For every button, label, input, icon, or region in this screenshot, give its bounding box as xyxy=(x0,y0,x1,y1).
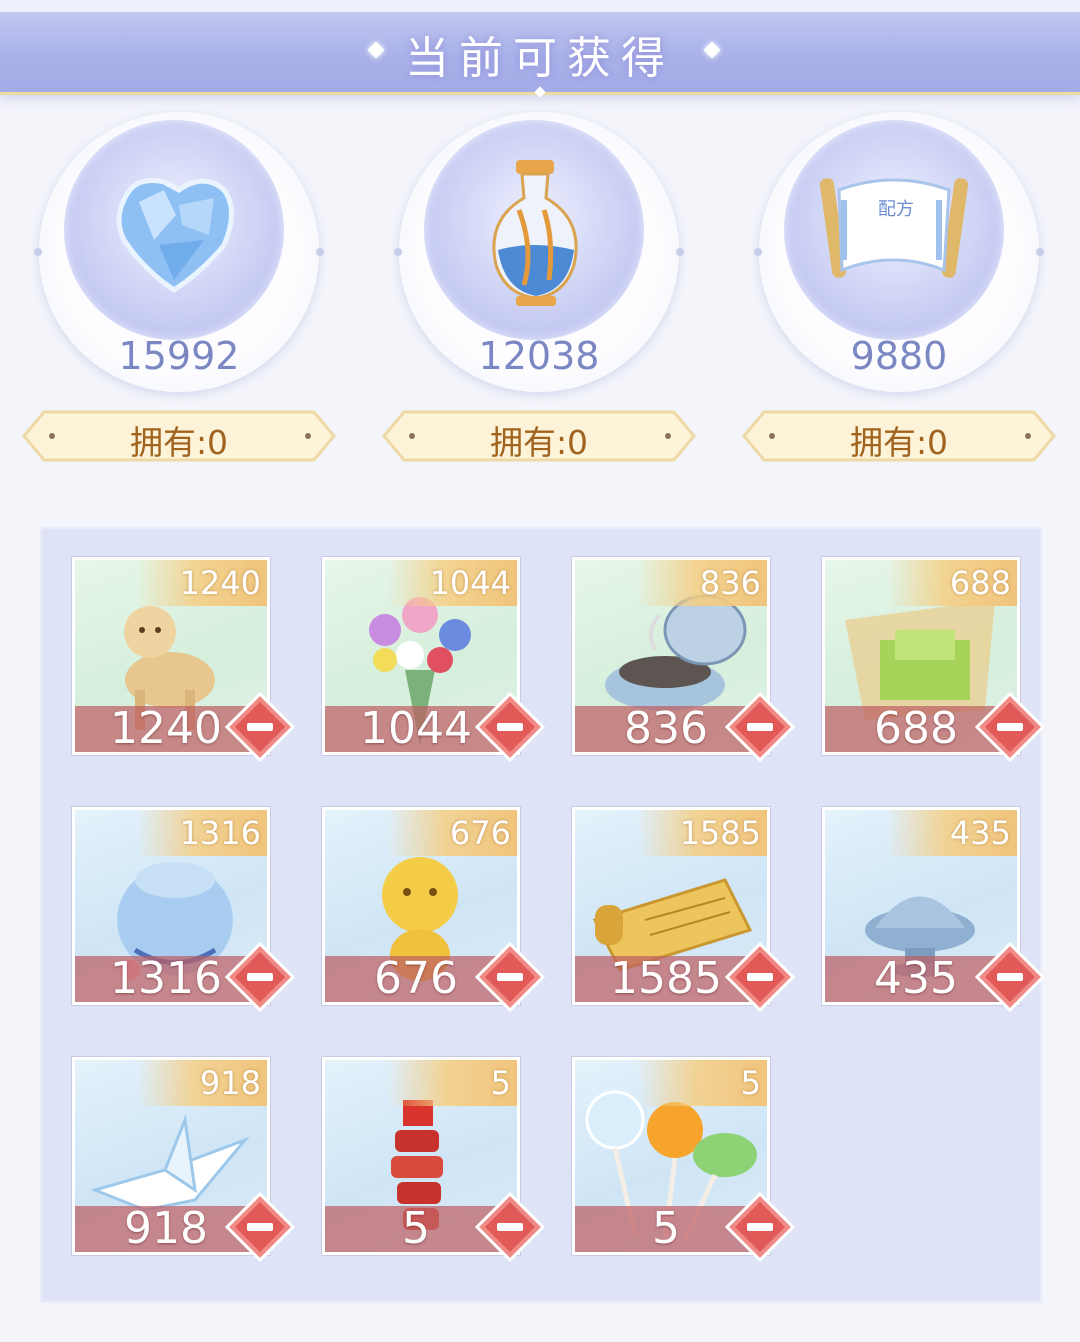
minus-button[interactable] xyxy=(225,1192,295,1262)
available-count: 1585 xyxy=(679,814,761,852)
minus-button[interactable] xyxy=(725,692,795,762)
blue-crystal-icon xyxy=(64,120,284,340)
item-grid-panel: 1240 1240 1044 1044 836 836 688 688 1316 1316 676 6… xyxy=(40,527,1045,1303)
owned-count: 拥有:0 xyxy=(849,423,949,462)
available-count: 5 xyxy=(490,1064,511,1102)
available-count: 1240 xyxy=(179,564,261,602)
owned-banner: 拥有:0 xyxy=(22,408,336,464)
available-count: 1316 xyxy=(179,814,261,852)
minus-button[interactable] xyxy=(725,942,795,1012)
header-dot-icon xyxy=(534,86,546,98)
ring-dot xyxy=(34,248,42,256)
exchange-item-card[interactable]: 1044 1044 xyxy=(322,557,545,762)
minus-button[interactable] xyxy=(225,692,295,762)
exchange-item-card[interactable]: 676 676 xyxy=(322,807,545,1012)
available-count: 1044 xyxy=(429,564,511,602)
minus-button[interactable] xyxy=(725,1192,795,1262)
available-count: 5 xyxy=(740,1064,761,1102)
ring-dot xyxy=(676,248,684,256)
exchange-item-card[interactable]: 1240 1240 xyxy=(72,557,295,762)
minus-button[interactable] xyxy=(975,942,1045,1012)
available-count: 836 xyxy=(699,564,761,602)
owned-count: 拥有:0 xyxy=(489,423,589,462)
exchange-item-card[interactable]: 55 xyxy=(322,1057,545,1262)
exchange-item-card[interactable]: 836 836 xyxy=(572,557,795,762)
owned-count: 拥有:0 xyxy=(129,423,229,462)
minus-button[interactable] xyxy=(225,942,295,1012)
currency-card-crystal[interactable]: 15992 拥有:0 xyxy=(22,112,336,472)
header-banner: 当前可获得 xyxy=(0,0,1080,98)
available-count: 676 xyxy=(449,814,511,852)
owned-banner: 拥有:0 xyxy=(382,408,696,464)
porcelain-vase-icon xyxy=(424,120,644,340)
currency-amount: 9880 xyxy=(850,334,948,378)
currency-amount: 15992 xyxy=(118,334,240,378)
exchange-item-card[interactable]: 1585 1585 xyxy=(572,807,795,1012)
exchange-item-card[interactable]: 435 435 xyxy=(822,807,1045,1012)
available-count: 918 xyxy=(199,1064,261,1102)
owned-banner: 拥有:0 xyxy=(742,408,1056,464)
available-count: 688 xyxy=(949,564,1011,602)
minus-button[interactable] xyxy=(475,942,545,1012)
exchange-item-card[interactable]: 1316 1316 xyxy=(72,807,295,1012)
currency-card-vase[interactable]: 12038 拥有:0 xyxy=(382,112,696,472)
ring-dot xyxy=(754,248,762,256)
minus-button[interactable] xyxy=(975,692,1045,762)
minus-button[interactable] xyxy=(475,1192,545,1262)
scroll-text: 配方 xyxy=(878,199,914,220)
currency-amount: 12038 xyxy=(478,334,600,378)
minus-button[interactable] xyxy=(475,692,545,762)
recipe-scroll-icon: 配方 xyxy=(784,120,1004,340)
exchange-item-card[interactable]: 918 918 xyxy=(72,1057,295,1262)
available-count: 435 xyxy=(949,814,1011,852)
page-title: 当前可获得 xyxy=(405,33,675,84)
exchange-item-card[interactable]: 55 xyxy=(572,1057,795,1262)
ring-dot xyxy=(316,248,324,256)
ring-dot xyxy=(394,248,402,256)
currency-card-recipe[interactable]: 配方 9880 拥有:0 xyxy=(742,112,1056,472)
ring-dot xyxy=(1036,248,1044,256)
exchange-item-card[interactable]: 688 688 xyxy=(822,557,1045,762)
